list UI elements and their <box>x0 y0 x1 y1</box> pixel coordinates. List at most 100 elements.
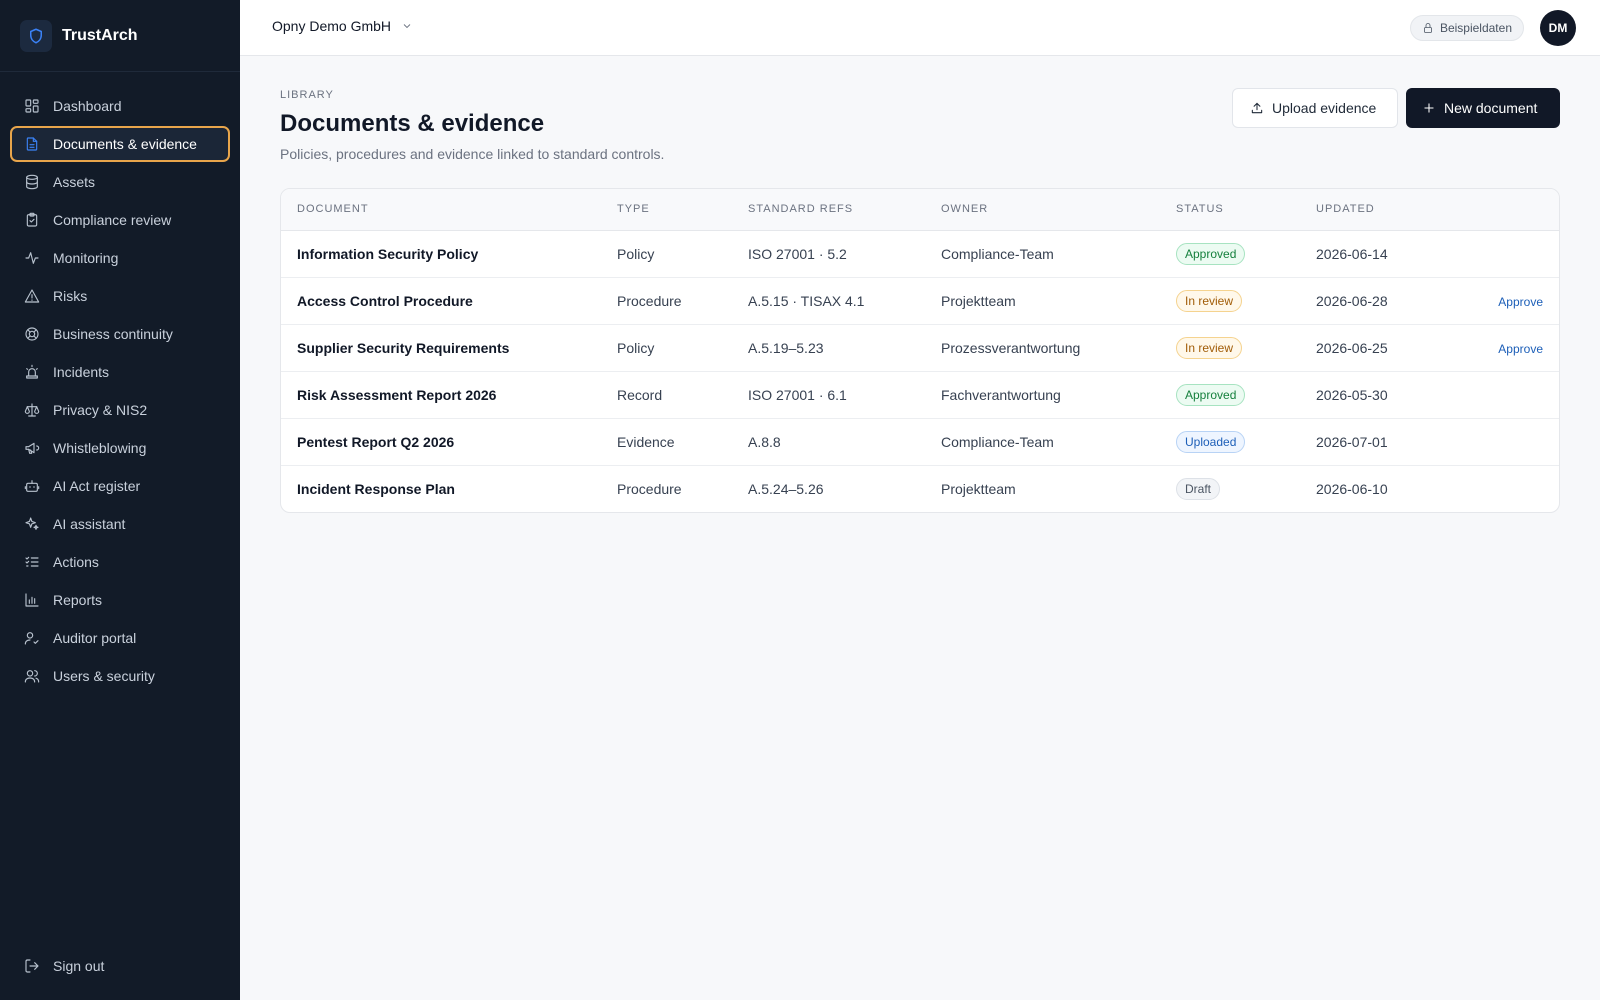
org-switcher[interactable]: Opny Demo GmbH <box>272 18 413 34</box>
brand[interactable]: TrustArch <box>0 0 240 72</box>
action-cell <box>1440 371 1559 419</box>
sidebar-item-business-continuity[interactable]: Business continuity <box>10 316 230 352</box>
sparkles-icon <box>24 516 40 532</box>
megaphone-icon <box>24 440 40 456</box>
owner: Prozessverantwortung <box>925 324 1160 372</box>
action-cell: Approve <box>1440 277 1559 325</box>
new-document-button[interactable]: New document <box>1406 88 1560 128</box>
sidebar-item-label: AI Act register <box>53 478 141 494</box>
topbar: Opny Demo GmbH Beispieldaten DM <box>240 0 1600 56</box>
sidebar-item-assets[interactable]: Assets <box>10 164 230 200</box>
document-name[interactable]: Access Control Procedure <box>281 277 601 325</box>
sidebar-item-auditor-portal[interactable]: Auditor portal <box>10 620 230 656</box>
user-check-icon <box>24 630 40 646</box>
sidebar-item-actions[interactable]: Actions <box>10 544 230 580</box>
sidebar-item-ai-act-register[interactable]: AI Act register <box>10 468 230 504</box>
updated-date: 2026-05-30 <box>1300 371 1440 419</box>
table-header-row: DOCUMENT TYPE STANDARD REFS OWNER STATUS… <box>281 189 1559 231</box>
sidebar: TrustArch Dashboard Documents & evidence… <box>0 0 240 1000</box>
robot-icon <box>24 478 40 494</box>
avatar[interactable]: DM <box>1540 10 1576 46</box>
sidebar-item-label: Whistleblowing <box>53 440 147 456</box>
sidebar-item-label: Reports <box>53 592 103 608</box>
column-header-updated[interactable]: UPDATED <box>1300 189 1440 231</box>
sidebar-item-dashboard[interactable]: Dashboard <box>10 88 230 124</box>
table-row[interactable]: Risk Assessment Report 2026 Record ISO 2… <box>281 371 1559 419</box>
sidebar-item-label: Auditor portal <box>53 630 137 646</box>
action-cell <box>1440 230 1559 278</box>
lifebuoy-icon <box>24 326 40 342</box>
updated-date: 2026-07-01 <box>1300 418 1440 466</box>
document-name[interactable]: Risk Assessment Report 2026 <box>281 371 601 419</box>
sidebar-item-monitoring[interactable]: Monitoring <box>10 240 230 276</box>
org-name: Opny Demo GmbH <box>272 18 392 34</box>
table-row[interactable]: Access Control Procedure Procedure A.5.1… <box>281 277 1559 325</box>
dashboard-icon <box>24 98 40 114</box>
document-type: Procedure <box>601 277 732 325</box>
document-type: Policy <box>601 324 732 372</box>
column-header-owner[interactable]: OWNER <box>925 189 1160 231</box>
sidebar-item-incidents[interactable]: Incidents <box>10 354 230 390</box>
sidebar-item-whistleblowing[interactable]: Whistleblowing <box>10 430 230 466</box>
column-header-status[interactable]: STATUS <box>1160 189 1300 231</box>
brand-name: TrustArch <box>62 26 138 44</box>
sidebar-item-users-security[interactable]: Users & security <box>10 658 230 694</box>
standard-refs: A.5.24–5.26 <box>748 480 824 497</box>
approve-link[interactable]: Approve <box>1498 295 1543 309</box>
status-badge: In review <box>1176 336 1243 359</box>
document-name[interactable]: Information Security Policy <box>281 230 601 278</box>
document-name[interactable]: Incident Response Plan <box>281 465 601 512</box>
sample-data-badge: Beispieldaten <box>1409 15 1524 41</box>
updated-date: 2026-06-28 <box>1300 277 1440 325</box>
lock-icon <box>1424 23 1432 33</box>
document-type: Procedure <box>617 480 682 497</box>
standard-refs: A.5.15 · TISAX 4.1 <box>732 277 925 325</box>
owner: Compliance-Team <box>925 230 1160 278</box>
sidebar-item-label: Users & security <box>53 668 155 684</box>
column-header-standard-refs[interactable]: STANDARD REFS <box>732 189 925 231</box>
action-cell <box>1440 418 1559 466</box>
status-cell: Draft <box>1160 465 1300 512</box>
document-name[interactable]: Supplier Security Requirements <box>281 324 601 372</box>
sidebar-item-label: Actions <box>53 554 99 570</box>
sign-out-icon <box>25 959 39 973</box>
sidebar-item-label: Business continuity <box>53 326 173 342</box>
status-badge: Uploaded <box>1176 430 1246 453</box>
document-name[interactable]: Pentest Report Q2 2026 <box>281 418 601 466</box>
upload-evidence-button[interactable]: Upload evidence <box>1232 88 1398 128</box>
approve-link[interactable]: Approve <box>1498 342 1543 356</box>
sidebar-item-privacy-nis2[interactable]: Privacy & NIS2 <box>10 392 230 428</box>
sign-out-button[interactable]: Sign out <box>10 948 230 984</box>
database-icon <box>24 174 40 190</box>
sidebar-item-ai-assistant[interactable]: AI assistant <box>10 506 230 542</box>
sidebar-item-reports[interactable]: Reports <box>10 582 230 618</box>
column-header-actions <box>1440 189 1559 231</box>
status-cell: In review <box>1160 277 1300 325</box>
sidebar-item-label: Privacy & NIS2 <box>53 402 148 418</box>
column-header-type[interactable]: TYPE <box>601 189 732 231</box>
upload-icon <box>1251 102 1263 114</box>
documents-table-card: DOCUMENT TYPE STANDARD REFS OWNER STATUS… <box>280 188 1560 513</box>
sidebar-item-risks[interactable]: Risks <box>10 278 230 314</box>
updated-date: 2026-06-25 <box>1300 324 1440 372</box>
status-badge: In review <box>1176 289 1243 312</box>
column-header-document[interactable]: DOCUMENT <box>281 189 601 231</box>
warning-icon <box>24 288 40 304</box>
sidebar-item-compliance-review[interactable]: Compliance review <box>10 202 230 238</box>
new-document-label: New document <box>1444 100 1538 116</box>
document-icon <box>24 136 40 152</box>
page-subtitle: Policies, procedures and evidence linked… <box>280 146 665 162</box>
table-row[interactable]: Information Security Policy Policy ISO 2… <box>281 230 1559 278</box>
updated-date: 2026-06-10 <box>1316 480 1388 497</box>
owner: Projektteam <box>925 277 1160 325</box>
owner: Fachverantwortung <box>925 371 1160 419</box>
sample-data-label: Beispieldaten <box>1439 21 1512 35</box>
sidebar-item-documents[interactable]: Documents & evidence <box>10 126 230 162</box>
action-cell: Approve <box>1440 324 1559 372</box>
table-row[interactable]: Pentest Report Q2 2026 Evidence A.8.8 Co… <box>281 418 1559 466</box>
table-row[interactable]: Supplier Security Requirements Policy A.… <box>281 324 1559 372</box>
standard-refs: ISO 27001 · 5.2 <box>732 230 925 278</box>
activity-icon <box>24 250 40 266</box>
table-row[interactable]: Incident Response Plan Procedure A.5.24–… <box>281 465 1559 512</box>
page-title: Documents & evidence <box>280 110 545 137</box>
